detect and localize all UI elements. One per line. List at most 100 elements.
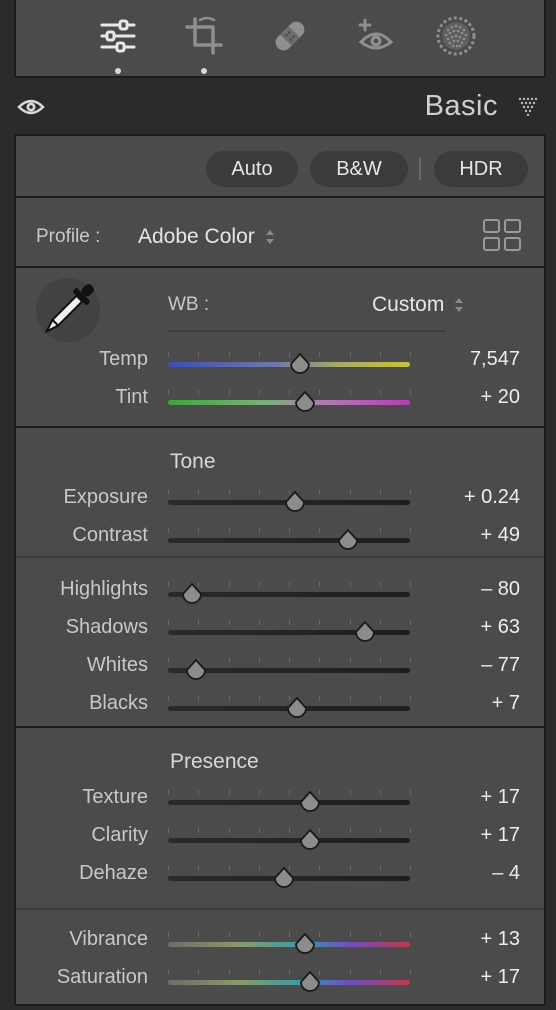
wb-label: WB : (168, 294, 210, 315)
shadows-slider-row[interactable]: Shadows + 63 (16, 616, 544, 646)
temp-value[interactable]: 7,547 (410, 348, 520, 371)
active-tool-indicator (115, 68, 121, 74)
profile-section: Profile : Adobe Color (14, 196, 546, 268)
tint-value[interactable]: + 20 (410, 386, 520, 409)
healing-bandage-icon[interactable] (268, 14, 312, 58)
presence-title: Presence (170, 750, 259, 773)
vibrance-slider-thumb[interactable] (294, 932, 316, 955)
temp-slider-thumb[interactable] (289, 352, 311, 375)
saturation-slider-ticks (168, 970, 411, 976)
contrast-label: Contrast (72, 524, 148, 546)
temp-slider-row[interactable]: Temp 7,547 (16, 348, 544, 378)
blacks-slider-row[interactable]: Blacks + 7 (16, 692, 544, 722)
vibrance-value[interactable]: + 13 (410, 928, 520, 951)
texture-slider-track[interactable] (168, 800, 410, 805)
blacks-value[interactable]: + 7 (410, 692, 520, 715)
masking-icon[interactable] (434, 14, 478, 58)
treatment-buttons-section: Auto B&W HDR (14, 134, 546, 198)
whites-label: Whites (86, 654, 148, 676)
shadows-value[interactable]: + 63 (410, 616, 520, 639)
whites-slider-thumb[interactable] (185, 658, 207, 681)
saturation-value[interactable]: + 17 (410, 966, 520, 989)
vibrance-slider-ticks (168, 932, 411, 938)
saturation-label: Saturation (56, 966, 148, 988)
tint-slider-ticks (168, 390, 411, 396)
wb-eyedropper-icon[interactable] (36, 278, 100, 342)
highlights-value[interactable]: – 80 (410, 578, 520, 601)
panel-header[interactable]: Basic (14, 84, 546, 132)
panel-visibility-eye-icon[interactable] (16, 96, 46, 118)
hdr-button[interactable]: HDR (434, 151, 528, 187)
saturation-slider-thumb[interactable] (299, 970, 321, 993)
edit-sliders-icon[interactable] (96, 14, 140, 58)
highlights-label: Highlights (60, 578, 148, 600)
presence-section: Presence Texture + 17 Clarity + 17 Dehaze – 4… (14, 726, 546, 1006)
exposure-slider-row[interactable]: Exposure + 0.24 (16, 486, 544, 516)
highlights-slider-track[interactable] (168, 592, 410, 597)
clarity-slider-track[interactable] (168, 838, 410, 843)
collapse-triangle-icon[interactable] (518, 96, 538, 117)
auto-button[interactable]: Auto (206, 151, 298, 187)
wb-underline (168, 330, 446, 332)
profile-label: Profile : (36, 226, 101, 247)
highlights-slider-row[interactable]: Highlights – 80 (16, 578, 544, 608)
profile-browser-grid-icon[interactable] (482, 218, 522, 257)
updown-chevron-icon (265, 230, 274, 244)
whites-slider-row[interactable]: Whites – 77 (16, 654, 544, 684)
presence-divider (16, 908, 544, 910)
texture-slider-thumb[interactable] (299, 790, 321, 813)
tint-label: Tint (115, 386, 148, 408)
texture-label: Texture (82, 786, 148, 808)
dehaze-label: Dehaze (79, 862, 148, 884)
white-balance-section: WB : Custom Temp 7,547 Tint + 20 (14, 266, 546, 428)
dehaze-slider-thumb[interactable] (273, 866, 295, 889)
contrast-slider-row[interactable]: Contrast + 49 (16, 524, 544, 554)
profile-dropdown[interactable]: Adobe Color (138, 225, 275, 249)
tone-divider (16, 556, 544, 558)
clarity-slider-row[interactable]: Clarity + 17 (16, 824, 544, 854)
button-divider (419, 158, 421, 180)
bw-button[interactable]: B&W (310, 151, 408, 187)
blacks-label: Blacks (89, 692, 148, 714)
red-eye-icon[interactable] (354, 14, 398, 58)
wb-dropdown[interactable]: Custom (372, 293, 464, 317)
clarity-slider-thumb[interactable] (299, 828, 321, 851)
saturation-slider-track[interactable] (168, 980, 410, 985)
tint-slider-track[interactable] (168, 400, 410, 405)
tint-slider-row[interactable]: Tint + 20 (16, 386, 544, 416)
texture-slider-ticks (168, 790, 411, 796)
updown-chevron-icon (455, 298, 464, 312)
whites-value[interactable]: – 77 (410, 654, 520, 677)
texture-slider-row[interactable]: Texture + 17 (16, 786, 544, 816)
tone-title: Tone (170, 450, 216, 473)
highlights-slider-ticks (168, 582, 411, 588)
temp-label: Temp (99, 348, 148, 370)
shadows-label: Shadows (65, 616, 148, 638)
crop-icon[interactable] (182, 14, 226, 58)
blacks-slider-thumb[interactable] (286, 696, 308, 719)
texture-value[interactable]: + 17 (410, 786, 520, 809)
profile-value: Adobe Color (138, 225, 255, 248)
contrast-slider-track[interactable] (168, 538, 410, 543)
vibrance-slider-track[interactable] (168, 942, 410, 947)
crop-indicator-dot (201, 68, 207, 74)
dehaze-value[interactable]: – 4 (410, 862, 520, 885)
vibrance-slider-row[interactable]: Vibrance + 13 (16, 928, 544, 958)
wb-value: Custom (372, 293, 445, 316)
exposure-label: Exposure (63, 486, 149, 508)
clarity-label: Clarity (91, 824, 148, 846)
contrast-slider-ticks (168, 528, 411, 534)
exposure-slider-thumb[interactable] (284, 490, 306, 513)
dehaze-slider-row[interactable]: Dehaze – 4 (16, 862, 544, 892)
clarity-value[interactable]: + 17 (410, 824, 520, 847)
shadows-slider-thumb[interactable] (354, 620, 376, 643)
tint-slider-thumb[interactable] (294, 390, 316, 413)
tool-strip (14, 0, 546, 78)
exposure-value[interactable]: + 0.24 (410, 486, 520, 509)
clarity-slider-ticks (168, 828, 411, 834)
highlights-slider-thumb[interactable] (181, 582, 203, 605)
contrast-value[interactable]: + 49 (410, 524, 520, 547)
saturation-slider-row[interactable]: Saturation + 17 (16, 966, 544, 996)
panel-title: Basic (424, 90, 498, 122)
contrast-slider-thumb[interactable] (337, 528, 359, 551)
